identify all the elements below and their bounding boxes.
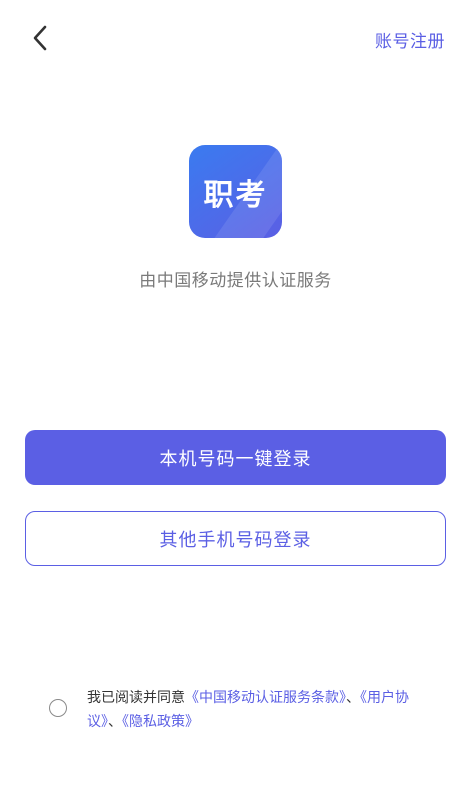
app-logo: 职考 [189, 145, 282, 238]
logo-text: 职考 [203, 177, 268, 213]
one-click-login-button[interactable]: 本机号码一键登录 [25, 430, 446, 485]
agreement-separator: 、 [108, 714, 122, 730]
chevron-left-icon [33, 25, 47, 51]
privacy-policy-link[interactable]: 《隐私政策》 [122, 714, 199, 730]
agreement-prefix: 我已阅读并同意 [87, 690, 185, 706]
agreement-checkbox[interactable] [49, 699, 67, 717]
other-phone-login-button[interactable]: 其他手机号码登录 [25, 511, 446, 566]
back-button[interactable] [24, 22, 56, 54]
provider-text: 由中国移动提供认证服务 [139, 271, 332, 291]
register-link[interactable]: 账号注册 [375, 27, 445, 52]
agreement-text: 我已阅读并同意《中国移动认证服务条款》、《用户协议》、《隐私政策》 [87, 686, 425, 734]
agreement-separator: 、 [346, 690, 360, 706]
cmcc-terms-link[interactable]: 《中国移动认证服务条款》 [185, 690, 346, 706]
